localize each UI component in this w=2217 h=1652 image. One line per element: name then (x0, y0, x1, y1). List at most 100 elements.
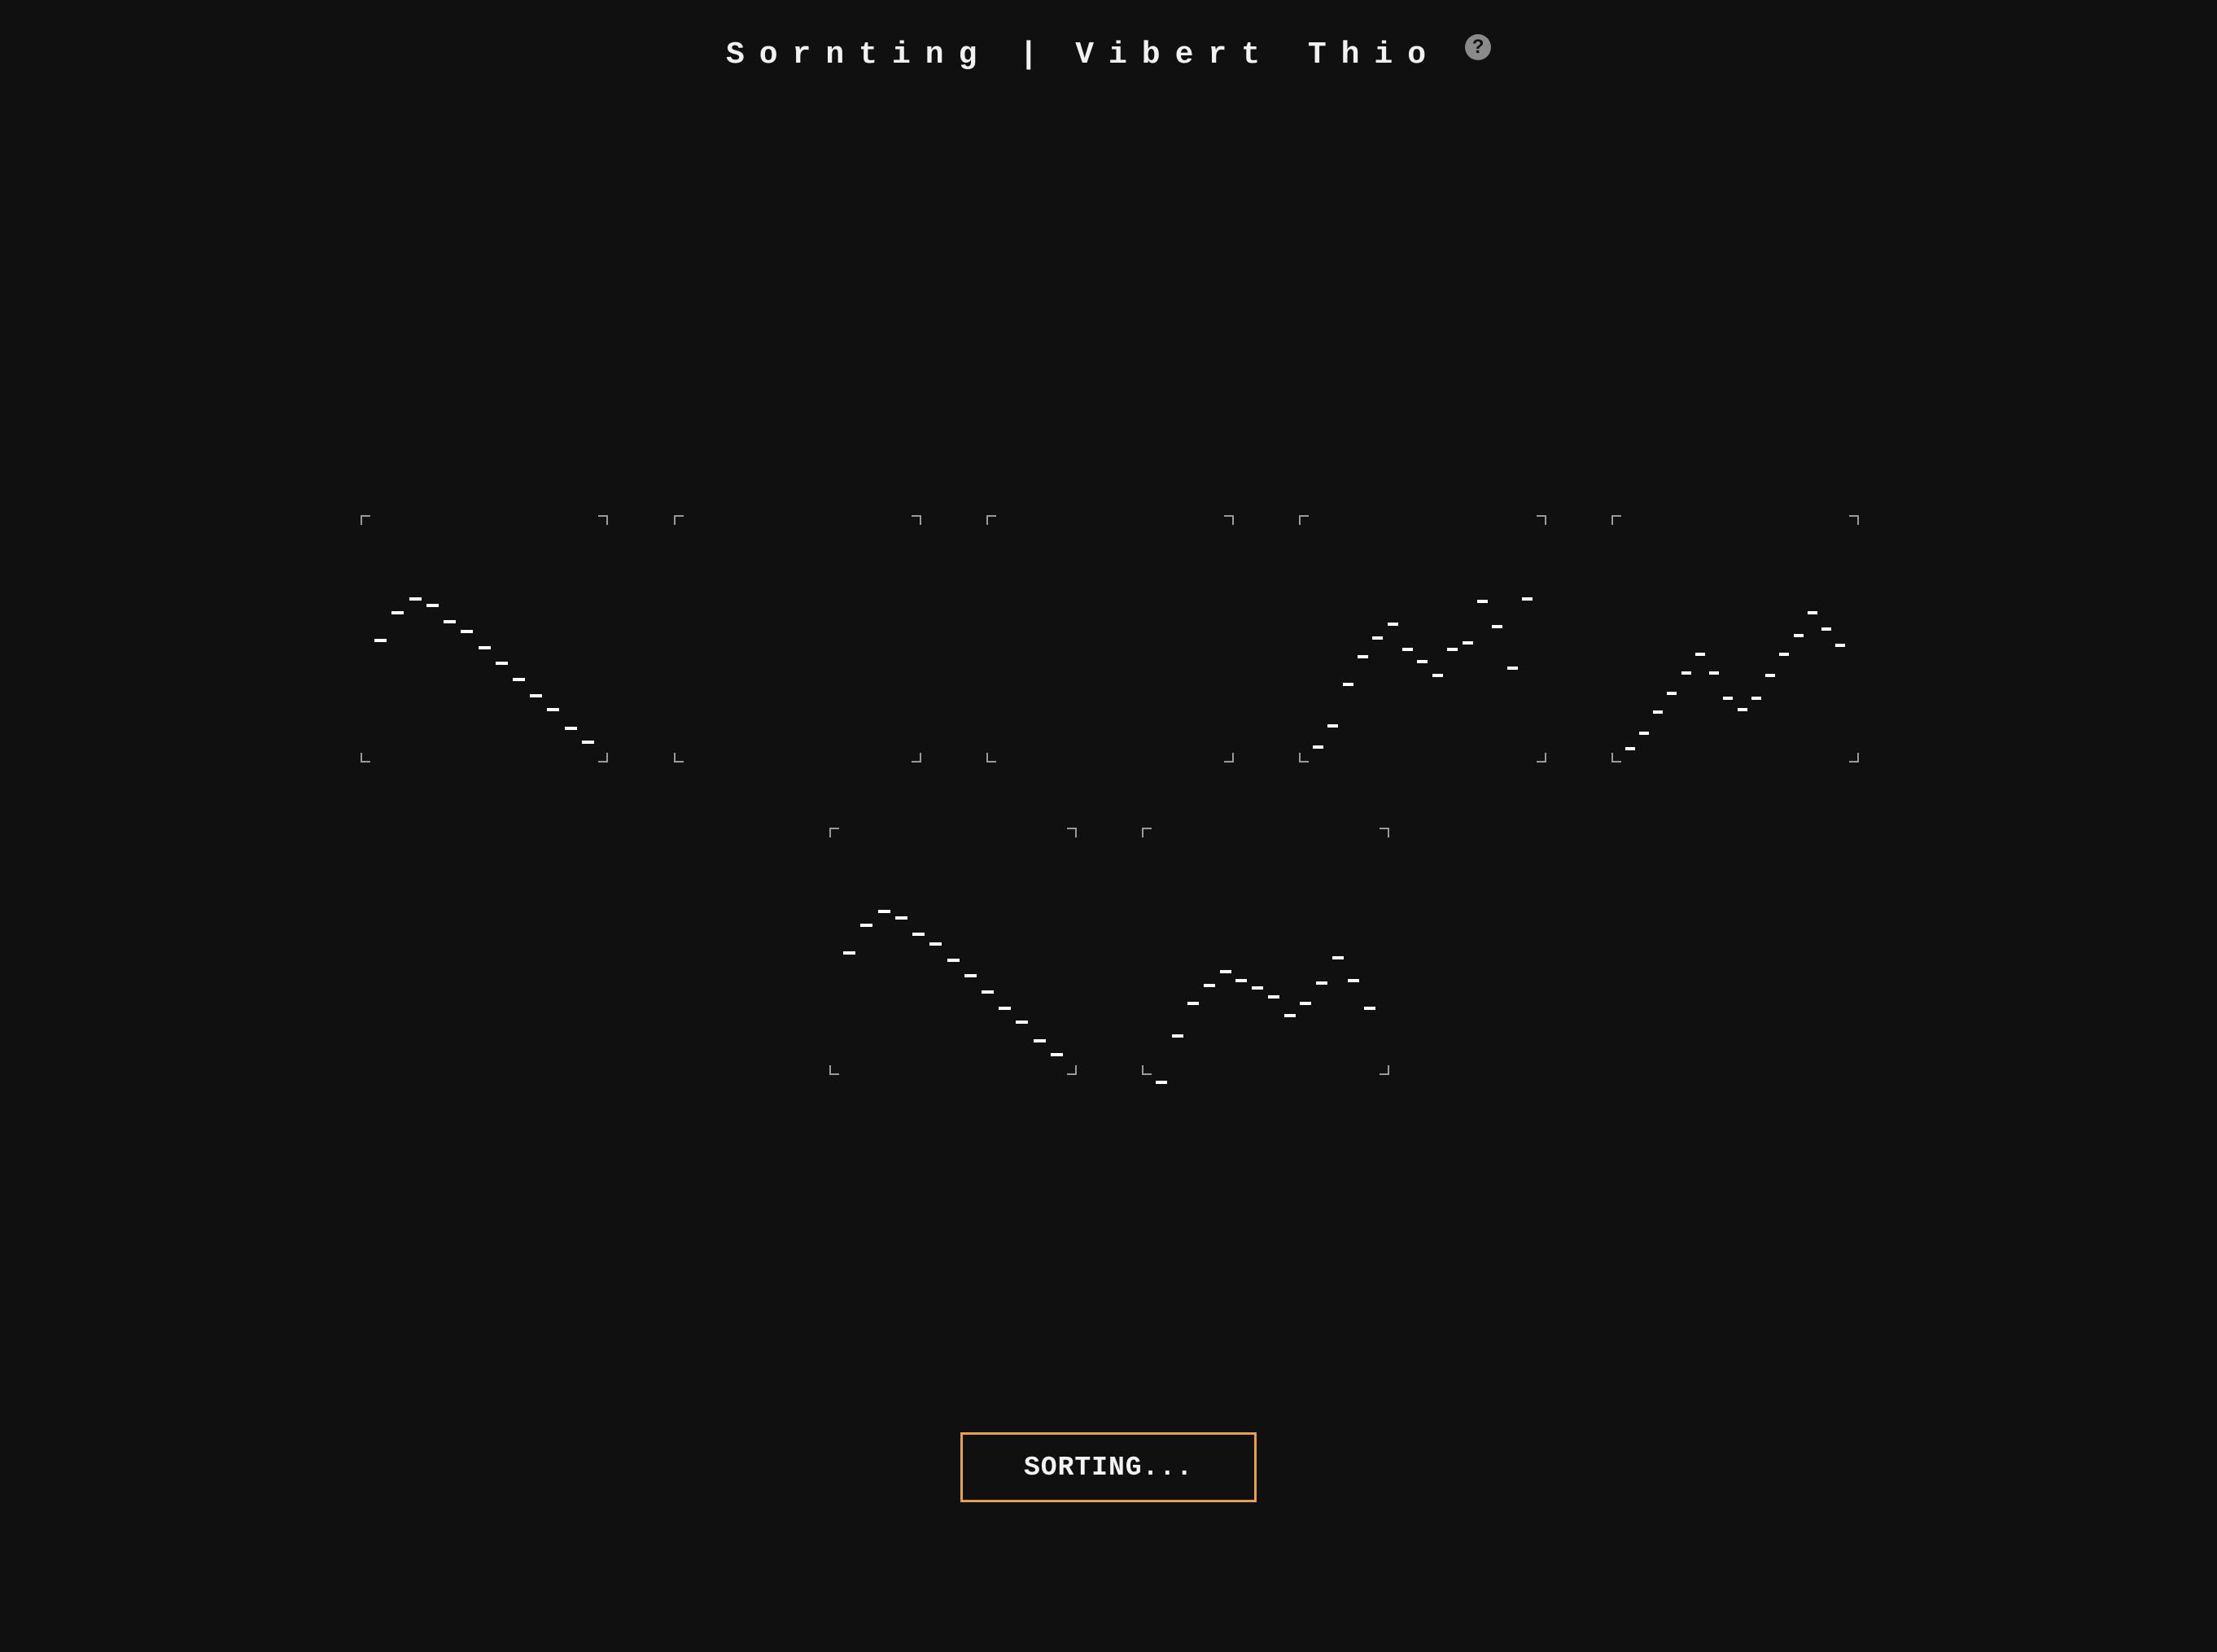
sort-bar-mark (1235, 979, 1247, 982)
sort-bar-mark (1172, 1034, 1183, 1038)
frame-corner (1299, 753, 1309, 763)
frame-corner (1611, 753, 1621, 763)
frame-corner (1224, 515, 1234, 525)
sort-button[interactable]: SORTING... (960, 1432, 1257, 1502)
sort-bar-mark (1779, 653, 1789, 656)
sort-bar-mark (1364, 1007, 1375, 1010)
page-header: Sornting | Vibert Thio? (0, 34, 2217, 76)
sort-bar-mark (1794, 634, 1804, 637)
frame-corner (1224, 753, 1234, 763)
sort-bar-mark (1522, 597, 1533, 601)
sort-bar-mark (1016, 1020, 1028, 1024)
sort-visualizer-2 (674, 515, 921, 763)
sort-visualizer-4 (1299, 515, 1546, 763)
sort-bar-mark (1268, 995, 1279, 999)
sort-bar-mark (929, 942, 942, 946)
frame-corner (1611, 515, 1621, 525)
sort-bar-mark (1808, 611, 1817, 614)
sort-bar-mark (461, 630, 473, 633)
frame-corner (829, 828, 839, 837)
sort-bar-mark (1432, 674, 1443, 677)
sort-bar-mark (1695, 653, 1705, 656)
sort-bar-mark (1051, 1053, 1063, 1056)
sort-bar-mark (1284, 1014, 1296, 1017)
sort-bar-mark (1332, 956, 1344, 959)
frame-corner (986, 753, 996, 763)
sort-bar-mark (1653, 710, 1663, 714)
frame-corner (1537, 515, 1546, 525)
sort-visualizer-7 (1142, 828, 1389, 1084)
frame-corner (912, 515, 921, 525)
sort-bar-mark (1492, 625, 1502, 628)
sort-bar-mark (1507, 666, 1518, 670)
sort-bar-mark (479, 646, 491, 649)
sort-bar-mark (565, 727, 577, 730)
sort-bar-mark (1372, 636, 1383, 640)
sort-bar-mark (1417, 660, 1428, 663)
sort-bar-mark (426, 604, 439, 607)
sort-bar-mark (999, 1007, 1011, 1010)
frame-corner (674, 515, 684, 525)
sort-bar-mark (1402, 648, 1413, 651)
frame-corner (1380, 1065, 1389, 1075)
sort-bar-mark (1667, 692, 1677, 695)
sort-bar-mark (1709, 671, 1719, 675)
sort-bar-mark (1835, 644, 1845, 647)
frame-corner (1299, 515, 1309, 525)
sort-bar-mark (1156, 1081, 1167, 1084)
sort-bar-mark (1034, 1039, 1046, 1042)
author-name: Vibert Thio (1075, 37, 1441, 72)
sort-bar-mark (1477, 600, 1488, 603)
sort-bar-mark (1738, 708, 1747, 711)
frame-corner (1142, 1065, 1152, 1075)
sort-bar-mark (513, 678, 525, 681)
sort-bar-mark (1765, 674, 1775, 677)
sort-bar-mark (1187, 1002, 1199, 1005)
sort-bar-mark (409, 597, 422, 601)
frame-corner (1067, 1065, 1077, 1075)
sort-bar-mark (843, 951, 855, 955)
sort-bar-mark (1625, 747, 1635, 750)
frame-corner (1067, 828, 1077, 837)
sort-bar-mark (1681, 671, 1691, 675)
sort-bar-mark (1348, 979, 1359, 982)
sort-bar-mark (982, 990, 994, 994)
question-mark-icon[interactable]: ? (1465, 34, 1492, 60)
sort-bar-mark (530, 694, 542, 697)
frame-corner (1380, 828, 1389, 837)
sort-bar-mark (1358, 655, 1368, 658)
frame-corner (1849, 753, 1859, 763)
sort-bar-mark (912, 933, 925, 936)
sort-bar-mark (1327, 724, 1338, 728)
frame-corner (912, 753, 921, 763)
sort-bar-mark (1723, 697, 1733, 700)
sort-bar-mark (964, 974, 977, 977)
frame-corner (361, 753, 370, 763)
sort-bar-mark (444, 620, 456, 623)
app-title: Sornting (725, 37, 992, 72)
sort-bar-mark (1751, 697, 1761, 700)
sort-bar-mark (895, 916, 907, 920)
sort-bar-mark (860, 924, 872, 927)
frame-corner (1537, 753, 1546, 763)
sort-visualizer-3 (986, 515, 1234, 763)
frame-corner (1849, 515, 1859, 525)
frame-corner (1142, 828, 1152, 837)
sort-bar-mark (1300, 1002, 1311, 1005)
sort-bar-mark (1343, 683, 1353, 686)
frame-corner (674, 753, 684, 763)
sort-bar-mark (1313, 745, 1323, 749)
sort-bar-mark (391, 611, 404, 614)
title-separator: | (1019, 37, 1039, 72)
sort-bar-mark (878, 910, 890, 913)
frame-corner (598, 515, 608, 525)
sort-bar-mark (1639, 732, 1649, 735)
sort-bar-mark (1220, 970, 1231, 973)
sort-bar-mark (547, 708, 559, 711)
sort-bar-mark (947, 959, 960, 962)
sort-bar-mark (1252, 986, 1263, 990)
frame-corner (986, 515, 996, 525)
sort-visualizer-6 (829, 828, 1077, 1075)
sort-bar-mark (374, 639, 387, 642)
frame-corner (361, 515, 370, 525)
